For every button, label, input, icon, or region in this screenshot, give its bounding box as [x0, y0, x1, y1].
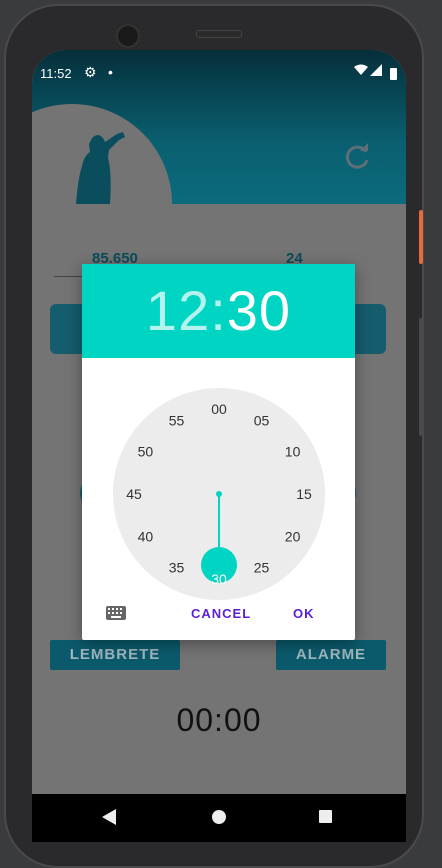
dial-minute-25[interactable]: 25: [254, 560, 270, 576]
navigation-bar: [32, 794, 406, 842]
dialog-actions: CANCEL OK: [82, 598, 355, 630]
lembrete-button[interactable]: LEMBRETE: [50, 640, 180, 670]
status-bar: 11:52 ⚙ •: [32, 62, 406, 86]
dial-minute-55[interactable]: 55: [169, 412, 185, 428]
dial-minute-45[interactable]: 45: [126, 486, 142, 502]
refresh-icon[interactable]: [342, 142, 372, 177]
earpiece-speaker: [196, 30, 242, 38]
dial-minute-30[interactable]: 30: [211, 571, 227, 587]
dial-minute-00[interactable]: 00: [211, 401, 227, 417]
dial-minute-20[interactable]: 20: [285, 529, 301, 545]
alarme-button[interactable]: ALARME: [276, 640, 386, 670]
front-camera: [116, 24, 140, 48]
dot-icon: •: [108, 64, 113, 80]
wifi-icon: [354, 64, 368, 79]
time-separator: :: [210, 279, 227, 342]
recents-icon[interactable]: [319, 810, 332, 823]
dial-minute-35[interactable]: 35: [169, 560, 185, 576]
battery-icon: [390, 68, 397, 80]
dial-minute-10[interactable]: 10: [285, 444, 301, 460]
hours-display[interactable]: 12: [146, 279, 210, 342]
dial-minute-05[interactable]: 05: [254, 412, 270, 428]
dial-minute-40[interactable]: 40: [138, 529, 154, 545]
status-time: 11:52: [40, 66, 72, 81]
keyboard-icon[interactable]: [106, 606, 126, 625]
clock-dial[interactable]: 00 05 10 15 20 25 30 35 40 45 50 55: [112, 387, 326, 601]
home-icon[interactable]: [212, 810, 226, 824]
cancel-button[interactable]: CANCEL: [191, 606, 251, 621]
time-picker-dialog: 12:30 00 05 10 15 20 25 30 35 40 45 50 55 CANCEL OK: [82, 264, 355, 640]
ok-button[interactable]: OK: [293, 606, 315, 621]
dial-minute-50[interactable]: 50: [138, 444, 154, 460]
drinking-person-icon: [72, 128, 130, 209]
minutes-display[interactable]: 30: [227, 279, 291, 342]
back-icon[interactable]: [102, 809, 116, 830]
volume-button: [419, 318, 423, 436]
signal-icon: [370, 64, 382, 79]
clock-center: [216, 491, 222, 497]
timer-display: 00:00: [176, 702, 262, 738]
time-display: 12:30: [82, 264, 355, 358]
gear-icon: ⚙: [84, 64, 97, 80]
dial-minute-15[interactable]: 15: [296, 486, 312, 502]
power-button: [419, 210, 423, 264]
